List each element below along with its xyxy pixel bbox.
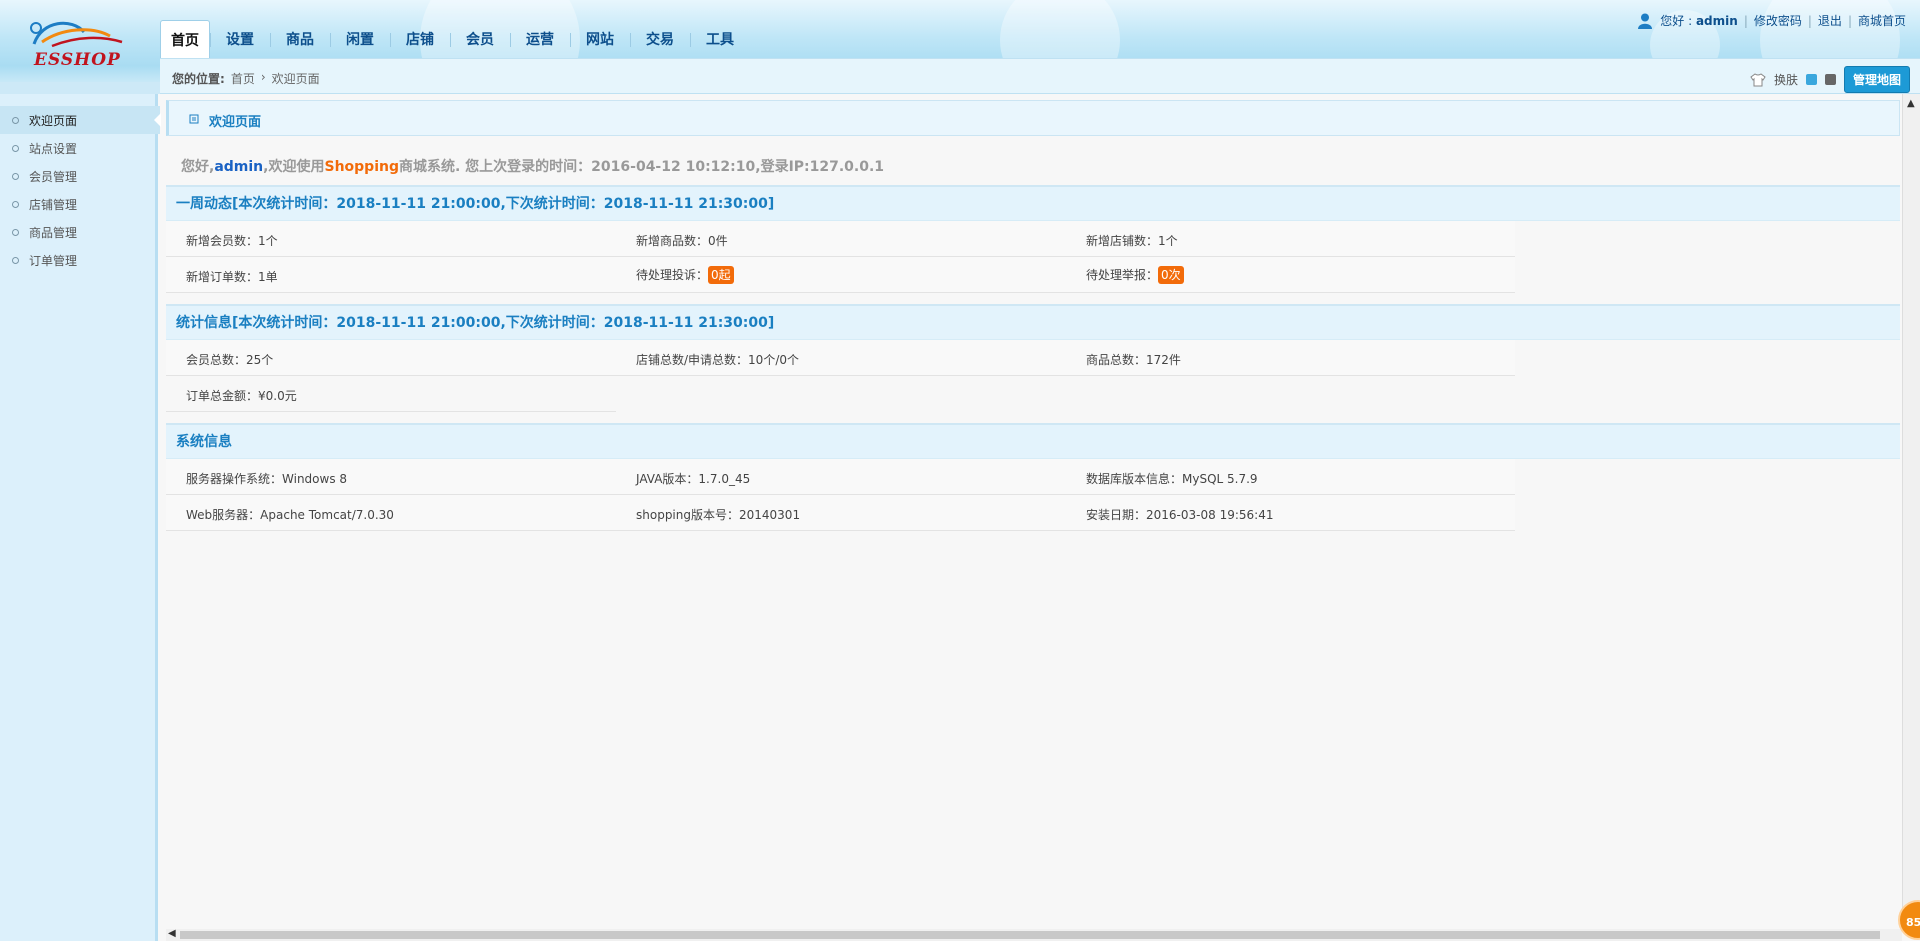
sidebar-item-label: 店铺管理: [29, 197, 78, 212]
sidebar: 欢迎页面 站点设置 会员管理 店铺管理 商品管理 订单管理: [0, 106, 161, 274]
nav-goods[interactable]: 商品: [270, 20, 330, 58]
sidebar-item-orders[interactable]: 订单管理: [0, 246, 160, 274]
greeting-label: 您好 :: [1660, 14, 1693, 28]
breadcrumb: 您的位置: 首页 › 欢迎页面: [172, 70, 320, 87]
change-password-link[interactable]: 修改密码: [1754, 12, 1802, 29]
logout-link[interactable]: 退出: [1818, 12, 1842, 29]
sidebar-item-stores[interactable]: 店铺管理: [0, 190, 160, 218]
total-goods: 商品总数：172件: [1086, 353, 1181, 367]
bullet-icon: [12, 256, 19, 264]
sidebar-item-welcome[interactable]: 欢迎页面: [0, 106, 161, 134]
bullet-icon: [12, 144, 19, 152]
page-title: 欢迎页面: [209, 115, 262, 130]
java-version: JAVA版本：1.7.0_45: [636, 472, 751, 486]
breadcrumb-label: 您的位置:: [172, 72, 225, 86]
bullet-icon: [12, 200, 19, 208]
sidebar-item-label: 商品管理: [29, 225, 78, 240]
nav-website[interactable]: 网站: [570, 20, 630, 58]
scroll-left-icon[interactable]: ◀: [168, 928, 176, 939]
table-row: 订单总金额：¥0.0元: [166, 376, 616, 412]
horizontal-scrollbar[interactable]: ◀: [166, 928, 1902, 941]
welcome-prefix: 您好,: [181, 159, 215, 175]
sidebar-item-label: 欢迎页面: [29, 113, 78, 128]
sidebar-item-members[interactable]: 会员管理: [0, 162, 160, 190]
welcome-mid: ,欢迎使用: [263, 159, 325, 175]
nav-home[interactable]: 首页: [160, 20, 210, 58]
breadcrumb-bar: 您的位置: 首页 › 欢迎页面 换肤 管理地图: [160, 58, 1920, 94]
table-row: 服务器操作系统：Windows 8 JAVA版本：1.7.0_45 数据库版本信…: [166, 459, 1515, 495]
nav-tools[interactable]: 工具: [690, 20, 750, 58]
sidebar-item-site-settings[interactable]: 站点设置: [0, 134, 160, 162]
admin-map-button[interactable]: 管理地图: [1843, 66, 1910, 93]
user-icon: [1638, 13, 1653, 29]
welcome-message: 您好,admin,欢迎使用Shopping商城系统. 您上次登录的时间：2016…: [181, 156, 884, 176]
shop-home-link[interactable]: 商城首页: [1858, 12, 1906, 29]
pending-complaints: 待处理投诉： 0起: [636, 266, 734, 284]
complaints-badge[interactable]: 0起: [708, 266, 734, 284]
new-orders: 新增订单数：1单: [186, 270, 278, 284]
skin-label[interactable]: 换肤: [1774, 71, 1798, 88]
page-title-bar: 欢迎页面: [166, 100, 1900, 136]
nav-trade[interactable]: 交易: [630, 20, 690, 58]
install-date: 安装日期：2016-03-08 19:56:41: [1086, 508, 1274, 522]
nav-stores[interactable]: 店铺: [390, 20, 450, 58]
table-row: 新增订单数：1单 待处理投诉： 0起 待处理举报： 0次: [166, 257, 1515, 293]
shirt-icon: [1750, 72, 1766, 86]
sidebar-item-label: 会员管理: [29, 169, 78, 184]
new-stores: 新增店铺数：1个: [1086, 234, 1178, 248]
skin-switcher: 换肤 管理地图: [1750, 66, 1910, 93]
username: admin: [1695, 13, 1738, 28]
user-toolbar: 您好 : admin | 修改密码 | 退出 | 商城首页: [1638, 12, 1906, 29]
bullet-icon: [12, 172, 19, 180]
scroll-up-icon[interactable]: ▲: [1907, 98, 1915, 109]
pending-reports: 待处理举报： 0次: [1086, 266, 1184, 284]
nav-members[interactable]: 会员: [450, 20, 510, 58]
header-strip: [0, 82, 160, 94]
page-icon: [189, 114, 199, 124]
new-goods: 新增商品数：0件: [636, 234, 728, 248]
welcome-user: admin: [214, 159, 264, 175]
bullet-icon: [12, 228, 19, 236]
reports-badge[interactable]: 0次: [1158, 266, 1184, 284]
system-heading: 系统信息: [166, 423, 1900, 459]
nav-settings[interactable]: 设置: [210, 20, 270, 58]
skin-blue-swatch[interactable]: [1805, 74, 1817, 85]
logo-text: ESSHOP: [34, 50, 121, 70]
server-os: 服务器操作系统：Windows 8: [186, 472, 348, 486]
table-row: 新增会员数：1个 新增商品数：0件 新增店铺数：1个: [166, 221, 1515, 257]
breadcrumb-separator: ›: [260, 70, 266, 84]
db-version: 数据库版本信息：MySQL 5.7.9: [1086, 472, 1258, 486]
logo-swirl-icon: [30, 21, 123, 48]
breadcrumb-current: 欢迎页面: [271, 72, 320, 86]
main-nav: 首页 设置 商品 闲置 店铺 会员 运营 网站 交易 工具: [160, 20, 750, 58]
skin-gray-swatch[interactable]: [1824, 74, 1836, 85]
sidebar-item-label: 订单管理: [29, 253, 78, 268]
total-members: 会员总数：25个: [186, 353, 274, 367]
horizontal-scroll-thumb[interactable]: [180, 931, 1880, 939]
table-row: Web服务器：Apache Tomcat/7.0.30 shopping版本号：…: [166, 495, 1515, 531]
bullet-icon: [12, 116, 19, 124]
nav-operation[interactable]: 运营: [510, 20, 570, 58]
breadcrumb-home[interactable]: 首页: [231, 70, 255, 87]
new-members: 新增会员数：1个: [186, 234, 278, 248]
nav-idle[interactable]: 闲置: [330, 20, 390, 58]
weekly-heading: 一周动态[本次统计时间：2018-11-11 21:00:00,下次统计时间：2…: [166, 185, 1900, 221]
shopping-version: shopping版本号：20140301: [636, 508, 801, 522]
stats-heading: 统计信息[本次统计时间：2018-11-11 21:00:00,下次统计时间：2…: [166, 304, 1900, 340]
table-row: 会员总数：25个 店铺总数/申请总数：10个/0个 商品总数：172件: [166, 340, 1515, 376]
welcome-suffix: 商城系统. 您上次登录的时间：2016-04-12 10:12:10,登录IP:…: [398, 159, 885, 175]
sidebar-item-goods[interactable]: 商品管理: [0, 218, 160, 246]
web-server: Web服务器：Apache Tomcat/7.0.30: [186, 508, 394, 522]
total-stores: 店铺总数/申请总数：10个/0个: [636, 353, 799, 367]
vertical-scrollbar[interactable]: ▲: [1902, 94, 1920, 929]
order-total-amount: 订单总金额：¥0.0元: [186, 389, 297, 403]
logo[interactable]: ESSHOP: [22, 14, 142, 74]
sidebar-item-label: 站点设置: [29, 141, 78, 156]
main-content: 欢迎页面 您好,admin,欢迎使用Shopping商城系统. 您上次登录的时间…: [166, 94, 1900, 929]
welcome-system: Shopping: [324, 159, 399, 175]
